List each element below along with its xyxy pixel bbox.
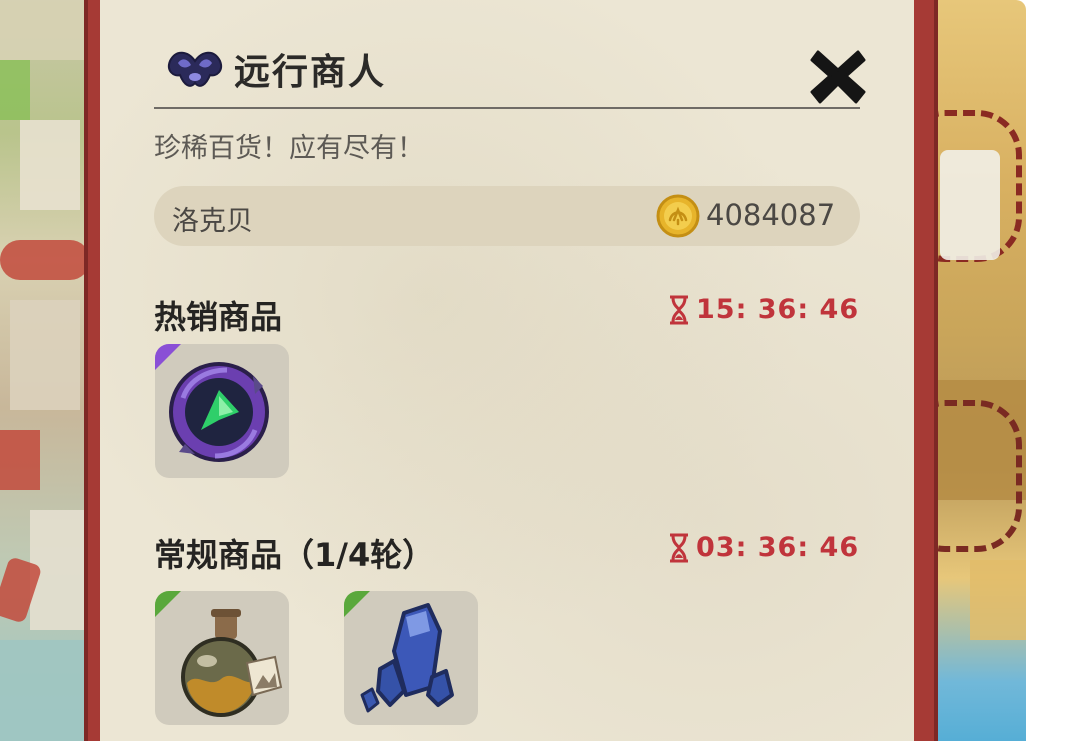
game-map-left [0, 0, 90, 741]
regular-timer-text: 03: 36: 46 [696, 532, 860, 563]
close-icon[interactable] [808, 46, 868, 106]
shop-title: 远行商人 [234, 52, 387, 93]
header-divider [154, 107, 860, 109]
currency-bar: 洛克贝 4084087 [154, 186, 860, 246]
hourglass-icon [670, 533, 688, 562]
panel-frame-right [934, 0, 938, 741]
hot-section-title: 热销商品 [154, 298, 283, 336]
regular-section-timer: 03: 36: 46 [668, 532, 859, 563]
game-map-right [930, 0, 1026, 741]
shop-subtitle: 珍稀百货！应有尽有！ [154, 133, 424, 164]
panel-frame-left [84, 0, 88, 741]
hot-timer-text: 15: 36: 46 [696, 294, 860, 325]
shop-header: 远行商人 [166, 44, 386, 94]
hot-section-timer: 15: 36: 46 [668, 294, 859, 325]
potion-bottle-icon [181, 609, 283, 717]
merchant-mask-icon [168, 51, 222, 87]
purple-orb-icon [169, 362, 269, 462]
hourglass-icon [670, 295, 688, 324]
regular-item-slot-2[interactable] [344, 591, 478, 725]
regular-section-title: 常规商品（1/4轮） [154, 536, 435, 574]
blue-crystal-icon [360, 603, 454, 713]
hot-item-slot[interactable] [155, 344, 289, 478]
coin-icon [656, 194, 700, 238]
currency-name: 洛克贝 [172, 206, 253, 237]
currency-amount: 4084087 [706, 198, 836, 232]
regular-item-slot-1[interactable] [155, 591, 289, 725]
